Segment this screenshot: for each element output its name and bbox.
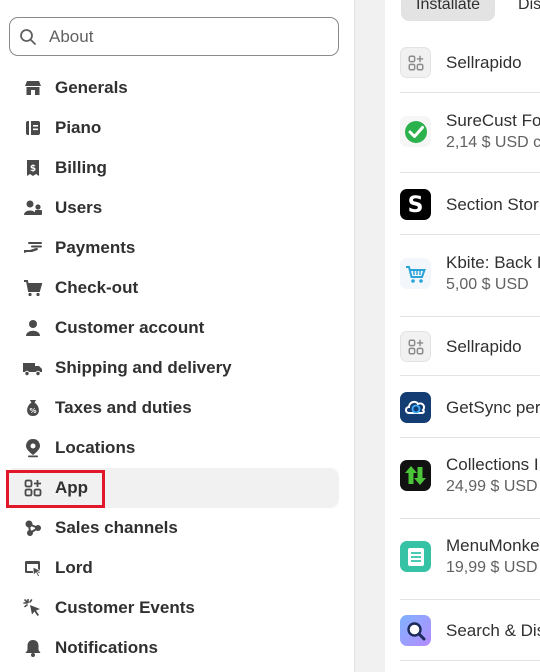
payment-hand-icon [22,237,44,259]
app-row-menumonkey[interactable]: MenuMonke 19,99 $ USD [400,536,540,577]
app-row-section-store[interactable]: S Section Stor [400,189,540,220]
svg-text:S: S [408,193,424,218]
cart-icon [22,277,44,299]
app-name: Kbite: Back I [446,253,540,272]
app-price: 2,14 $ USD c [446,134,540,151]
app-name: Sellrapido [446,336,522,356]
s-logo-icon: S [400,189,431,220]
sidebar-item-label: Taxes and duties [55,398,192,417]
green-check-icon [400,116,431,147]
cursor-click-icon [22,597,44,619]
sidebar-item-label: Users [55,198,103,217]
divider [400,92,540,93]
svg-text:%: % [29,407,36,415]
app-name: Search & Dis [446,620,540,640]
receipt-icon: $ [22,157,44,179]
app-placeholder-icon [400,47,431,78]
sidebar-item-label: Generals [55,78,128,97]
sidebar-item-check-out[interactable]: Check-out [6,268,339,308]
plan-icon [22,117,44,139]
tab-installed[interactable]: Installate [401,0,496,21]
sidebar-item-app[interactable]: App [6,468,339,508]
app-name: GetSync per [446,397,540,417]
sidebar-item-label: Locations [55,438,136,457]
app-name: Sellrapido [446,52,522,72]
magnifier-logo-icon [400,615,431,646]
sidebar-item-notifications[interactable]: Notifications [6,628,339,668]
app-price: 24,99 $ USD [446,478,538,495]
sidebar-item-customer-account[interactable]: Customer account [6,308,339,348]
channels-icon [22,517,44,539]
sidebar-item-label: Customer account [55,318,205,337]
app-name: SureCust Fo [446,111,540,130]
apps-icon [22,477,44,499]
divider [400,316,540,317]
sidebar-item-label: Customer Events [55,598,195,617]
app-row-sellrapido-2[interactable]: Sellrapido [400,331,540,362]
app-name: MenuMonke [446,536,540,555]
cloud-sync-icon [400,392,431,423]
app-price: 19,99 $ USD [446,559,538,576]
search-input[interactable]: About [9,17,339,56]
app-row-sellrapido[interactable]: Sellrapido [400,47,540,78]
divider [400,599,540,600]
app-name: Section Stor [446,194,539,214]
divider [400,375,540,376]
sidebar-item-label: Shipping and delivery [55,358,232,377]
sidebar-item-label: Check-out [55,278,139,297]
sidebar-item-label: Notifications [55,638,158,657]
users-icon [22,197,44,219]
search-placeholder: About [49,26,94,46]
menu-list-icon [400,541,431,572]
sidebar-item-label: Payments [55,238,136,257]
app-price: 5,00 $ USD [446,276,529,293]
app-placeholder-icon [400,331,431,362]
divider [400,234,540,235]
person-icon [22,317,44,339]
tax-bag-icon: % [22,397,44,419]
divider [400,437,540,438]
sidebar-item-locations[interactable]: Locations [6,428,339,468]
tab-disabled[interactable]: Dis [503,0,540,21]
svg-text:$: $ [30,164,36,174]
sidebar-item-lord[interactable]: Lord [6,548,339,588]
sidebar-item-users[interactable]: Users [6,188,339,228]
sidebar-item-billing[interactable]: $ Billing [6,148,339,188]
app-tabs: Installate Dis [401,0,540,21]
settings-sidebar: About Generals Piano $ Billing Users Pay… [0,0,355,672]
location-pin-icon [22,437,44,459]
settings-nav: Generals Piano $ Billing Users Payments [0,68,355,668]
app-row-surecust[interactable]: SureCust Fo 2,14 $ USD c [400,111,540,152]
divider [400,172,540,173]
sidebar-item-label: Piano [55,118,102,137]
sidebar-item-generals[interactable]: Generals [6,68,339,108]
installed-apps-panel: Installate Dis Sellrapido SureCust Fo 2,… [385,0,540,672]
app-row-collections[interactable]: Collections I 24,99 $ USD [400,455,540,496]
sidebar-item-shipping[interactable]: Shipping and delivery [6,348,339,388]
divider [400,518,540,519]
app-row-search-discovery[interactable]: Search & Dis [400,615,540,646]
sidebar-item-label: Lord [55,558,93,577]
app-row-kbite[interactable]: Kbite: Back I 5,00 $ USD [400,253,540,294]
bell-icon [22,637,44,659]
sidebar-item-label: App [55,478,89,497]
sidebar-item-payments[interactable]: Payments [6,228,339,268]
app-row-getsync[interactable]: GetSync per [400,392,540,423]
sidebar-item-label: Sales channels [55,518,178,537]
sidebar-item-taxes[interactable]: % Taxes and duties [6,388,339,428]
cart-logo-icon [400,258,431,289]
arrows-updown-icon [400,460,431,491]
search-icon [19,28,37,46]
truck-icon [22,357,44,379]
sidebar-item-label: Billing [55,158,107,177]
domain-icon [22,557,44,579]
sidebar-item-sales-channels[interactable]: Sales channels [6,508,339,548]
divider [400,660,540,661]
sidebar-item-piano[interactable]: Piano [6,108,339,148]
app-name: Collections I [446,455,539,474]
store-icon [22,77,44,99]
sidebar-item-customer-events[interactable]: Customer Events [6,588,339,628]
